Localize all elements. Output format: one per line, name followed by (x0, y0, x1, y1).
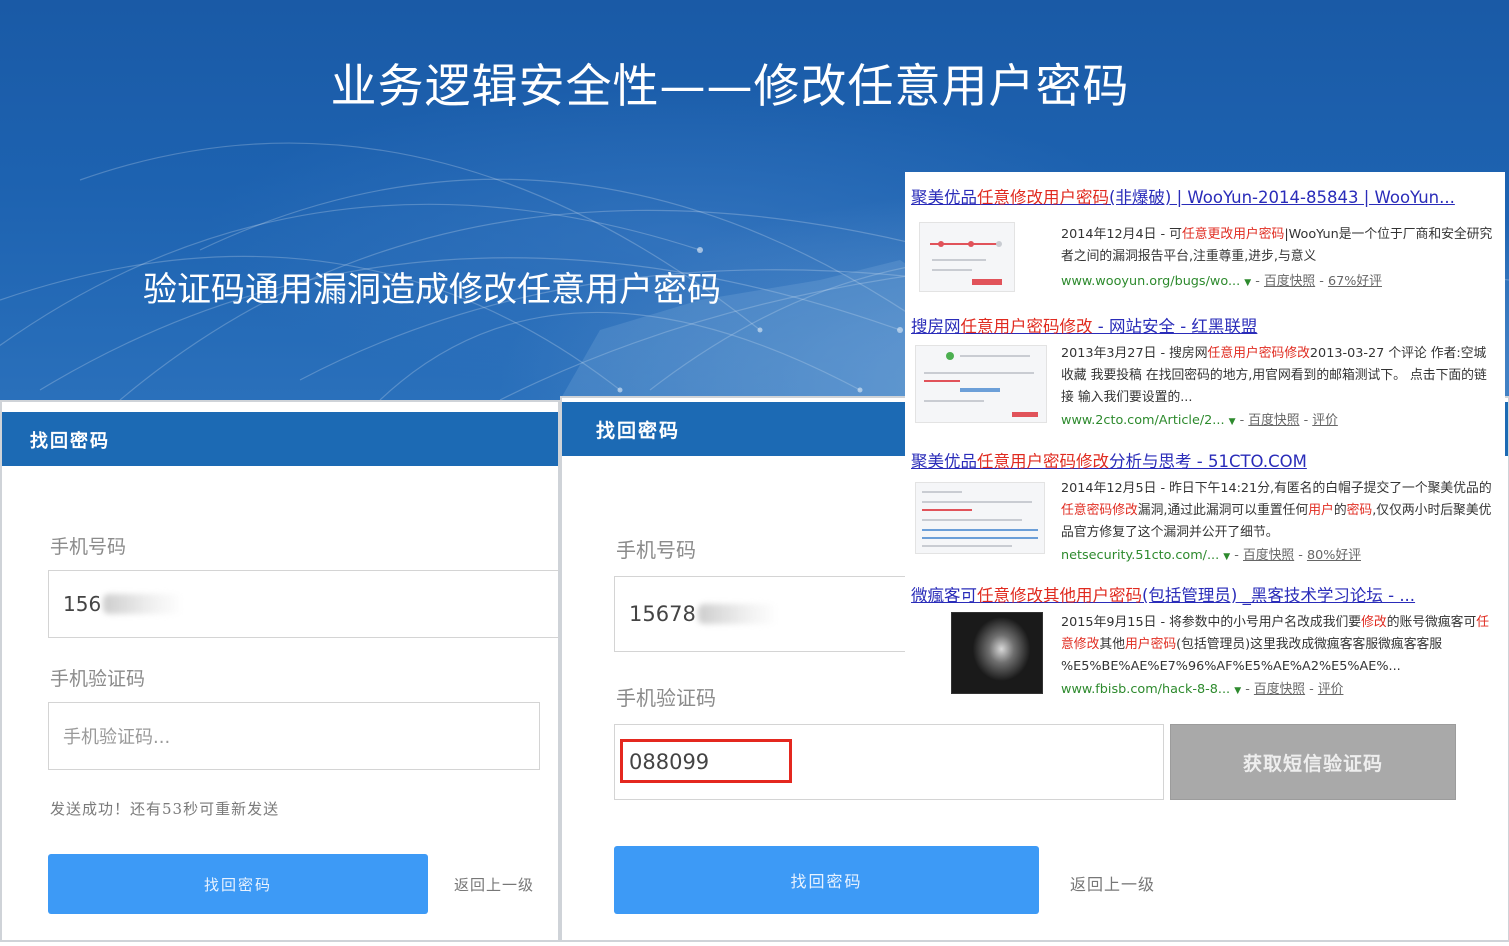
form-header-title: 找回密码 (30, 431, 110, 452)
title-keyword: 任意修改其他 (977, 586, 1076, 605)
dropdown-arrow-icon[interactable]: ▼ (1223, 552, 1230, 562)
phone-input[interactable]: 156 (48, 570, 558, 638)
find-password-button-label: 找回密码 (790, 872, 863, 891)
title-keyword: 任意用户密码修改 (960, 317, 1093, 336)
code-label: 手机验证码 (50, 668, 146, 690)
title-text: (包括管理员) _黑客技术学习论坛 - ... (1142, 586, 1416, 605)
result-thumbnail (951, 612, 1043, 694)
title-text: 微瘋客可 (911, 586, 977, 605)
back-link[interactable]: 返回上一级 (454, 874, 534, 895)
code-label: 手机验证码 (616, 686, 716, 710)
result-snippet: 2014年12月4日 - 可任意更改用户密码|WooYun是一个位于厂商和安全研… (1061, 227, 1493, 264)
slide-subtitle: 验证码通用漏洞造成修改任意用户密码 (143, 270, 721, 310)
phone-value: 156 (63, 592, 102, 616)
code-placeholder: 手机验证码... (63, 727, 171, 748)
find-password-button[interactable]: 找回密码 (614, 846, 1039, 914)
title-keyword: 用户密码 (1076, 586, 1142, 605)
find-password-button[interactable]: 找回密码 (48, 854, 428, 914)
rating-link[interactable]: 评价 (1318, 682, 1344, 697)
title-text: 分析与思考 - 51CTO.COM (1109, 452, 1307, 471)
result-url-line: netsecurity.51cto.com/... ▼ - 百度快照 - 80%… (1061, 548, 1361, 563)
result-thumbnail (915, 482, 1045, 554)
send-status-message: 发送成功！还有53秒可重新发送 (50, 800, 280, 818)
title-text: - 网站安全 - 红黑联盟 (1092, 317, 1258, 336)
blurred-digits (103, 594, 184, 614)
result-url-line: www.wooyun.org/bugs/wo... ▼ - 百度快照 - 67%… (1061, 274, 1382, 289)
result-snippet: 2015年9月15日 - 将参数中的小号用户名改成我们要修改的账号微瘋客可任意修… (1061, 615, 1490, 674)
form-header: 找回密码 (2, 412, 558, 466)
result-title-link[interactable]: 搜房网任意用户密码修改 - 网站安全 - 红黑联盟 (911, 313, 1257, 337)
title-text: 聚美优品 (911, 452, 977, 471)
search-result: 聚美优品任意用户密码修改分析与思考 - 51CTO.COM 2014年12月5日… (905, 448, 1505, 578)
rating-link[interactable]: 评价 (1312, 413, 1338, 428)
search-result: 微瘋客可任意修改其他用户密码(包括管理员) _黑客技术学习论坛 - ... 20… (905, 582, 1505, 712)
result-url[interactable]: netsecurity.51cto.com/... (1061, 548, 1219, 563)
result-thumbnail (919, 222, 1015, 292)
result-snippet: 2013年3月27日 - 搜房网任意用户密码修改2013-03-27 个评论 作… (1061, 346, 1487, 405)
cache-link[interactable]: 百度快照 (1248, 413, 1299, 428)
slide-title: 业务逻辑安全性——修改任意用户密码 (330, 59, 1130, 113)
phone-label: 手机号码 (616, 538, 696, 562)
title-text: 聚美优品 (911, 188, 977, 207)
result-snippet: 2014年12月5日 - 昨日下午14:21分,有匿名的白帽子提交了一个聚美优品… (1061, 481, 1492, 540)
result-url[interactable]: www.wooyun.org/bugs/wo... (1061, 274, 1240, 289)
dropdown-arrow-icon[interactable]: ▼ (1234, 686, 1241, 696)
title-keyword: 任意用户密码修改 (977, 452, 1109, 471)
result-url[interactable]: www.2cto.com/Article/2... (1061, 413, 1225, 428)
title-keyword: 任意修改用户密码 (977, 188, 1109, 207)
result-title-link[interactable]: 微瘋客可任意修改其他用户密码(包括管理员) _黑客技术学习论坛 - ... (911, 582, 1415, 606)
dropdown-arrow-icon[interactable]: ▼ (1244, 278, 1251, 288)
title-text: 搜房网 (911, 317, 961, 336)
form-header-title: 找回密码 (596, 420, 681, 442)
cache-link[interactable]: 百度快照 (1264, 274, 1315, 289)
dropdown-arrow-icon[interactable]: ▼ (1229, 417, 1236, 427)
result-thumbnail (915, 345, 1047, 423)
find-password-button-label: 找回密码 (203, 875, 272, 894)
code-highlight-box (620, 739, 792, 783)
result-title-link[interactable]: 聚美优品任意修改用户密码(非爆破) | WooYun-2014-85843 | … (911, 184, 1455, 208)
result-url-line: www.2cto.com/Article/2... ▼ - 百度快照 - 评价 (1061, 413, 1338, 428)
phone-value: 15678 (629, 602, 696, 626)
cache-link[interactable]: 百度快照 (1243, 548, 1294, 563)
get-sms-code-button-label: 获取短信验证码 (1242, 752, 1383, 775)
code-input[interactable]: 手机验证码... (48, 702, 540, 770)
blurred-digits (697, 604, 778, 624)
search-result: 搜房网任意用户密码修改 - 网站安全 - 红黑联盟 2013年3月27日 - 搜… (905, 313, 1505, 443)
left-password-reset-form: 找回密码 手机号码 156 手机验证码 手机验证码... 发送成功！还有53秒可… (0, 400, 560, 942)
result-title-link[interactable]: 聚美优品任意用户密码修改分析与思考 - 51CTO.COM (911, 448, 1307, 472)
result-url-line: www.fbisb.com/hack-8-8... ▼ - 百度快照 - 评价 (1061, 682, 1344, 697)
rating-link[interactable]: 80%好评 (1307, 548, 1361, 563)
back-link[interactable]: 返回上一级 (1070, 871, 1155, 895)
get-sms-code-button[interactable]: 获取短信验证码 (1170, 724, 1456, 800)
rating-link[interactable]: 67%好评 (1328, 274, 1382, 289)
cache-link[interactable]: 百度快照 (1254, 682, 1305, 697)
search-result: 聚美优品任意修改用户密码(非爆破) | WooYun-2014-85843 | … (905, 184, 1505, 304)
phone-label: 手机号码 (50, 536, 127, 558)
search-results-panel: 聚美优品任意修改用户密码(非爆破) | WooYun-2014-85843 | … (905, 172, 1505, 712)
result-url[interactable]: www.fbisb.com/hack-8-8... (1061, 682, 1230, 697)
title-text: (非爆破) | WooYun-2014-85843 | WooYun... (1109, 188, 1455, 207)
